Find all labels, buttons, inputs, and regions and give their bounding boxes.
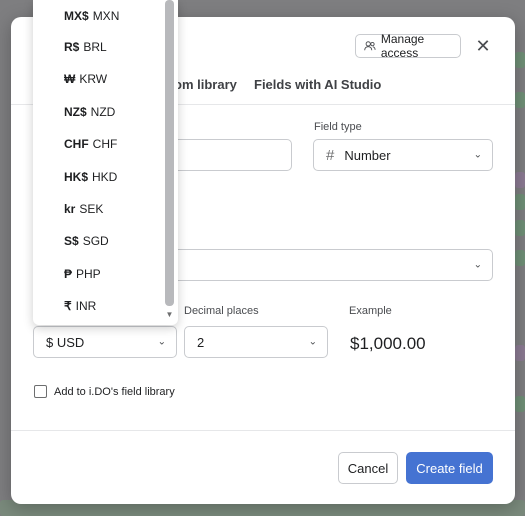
- tab-ai-studio[interactable]: Fields with AI Studio: [254, 77, 381, 92]
- decimal-places-select[interactable]: 2 ⌄: [184, 326, 328, 358]
- manage-access-button[interactable]: Manage access: [355, 32, 461, 60]
- currency-value: $ USD: [46, 334, 85, 350]
- currency-option[interactable]: HK$ HKD: [33, 161, 163, 193]
- currency-code: KRW: [79, 72, 108, 86]
- people-icon: [364, 41, 376, 51]
- currency-symbol: S$: [64, 234, 79, 248]
- currency-option[interactable]: MX$ MXN: [33, 0, 163, 32]
- background-tag: [515, 194, 525, 210]
- dropdown-scrollbar-thumb[interactable]: [165, 0, 174, 306]
- decimal-places-label: Decimal places: [184, 305, 259, 317]
- currency-symbol: ₩: [64, 72, 76, 86]
- decimal-places-value: 2: [197, 334, 205, 350]
- chevron-down-icon: ⌄: [308, 336, 317, 348]
- library-checkbox-label: Add to i.DO's field library: [54, 386, 175, 398]
- currency-code: NZD: [90, 105, 116, 119]
- background-tag: [515, 396, 525, 412]
- field-type-select[interactable]: # Number ⌄: [313, 139, 493, 171]
- create-field-button[interactable]: Create field: [406, 452, 493, 484]
- footer-divider: [11, 430, 515, 431]
- currency-option[interactable]: kr SEK: [33, 193, 163, 225]
- currency-symbol: NZ$: [64, 105, 87, 119]
- currency-code: MXN: [92, 9, 120, 23]
- chevron-down-icon: ⌄: [157, 336, 166, 348]
- background-tag: [515, 172, 525, 188]
- currency-select[interactable]: $ USD ⌄: [33, 326, 177, 358]
- currency-option[interactable]: CHF CHF: [33, 128, 163, 160]
- example-value: $1,000.00: [350, 334, 426, 353]
- currency-code: PHP: [76, 267, 101, 281]
- currency-symbol: CHF: [64, 137, 89, 151]
- background-tag: [515, 52, 525, 68]
- manage-access-label: Manage access: [380, 32, 425, 60]
- currency-symbol: ₱: [64, 267, 73, 281]
- currency-code: BRL: [83, 40, 107, 54]
- scroll-down-arrow-icon[interactable]: ▼: [165, 310, 174, 319]
- currency-option[interactable]: S$ SGD: [33, 225, 163, 257]
- tab-from-library[interactable]: om library: [174, 77, 237, 92]
- background-tag: [515, 92, 525, 108]
- currency-symbol: MX$: [64, 9, 89, 23]
- currency-code: SGD: [82, 234, 109, 248]
- chevron-down-icon: ⌄: [473, 259, 482, 271]
- currency-symbol: ₹: [64, 299, 72, 313]
- currency-code: INR: [75, 299, 97, 313]
- cancel-button[interactable]: Cancel: [338, 452, 398, 484]
- currency-symbol: HK$: [64, 170, 89, 184]
- hash-icon: #: [326, 146, 335, 164]
- library-checkbox[interactable]: [34, 385, 47, 398]
- field-type-label: Field type: [314, 121, 362, 133]
- currency-option[interactable]: NZ$ NZD: [33, 96, 163, 128]
- currency-code: CHF: [92, 137, 118, 151]
- example-label: Example: [349, 305, 392, 317]
- background-tag: [515, 220, 525, 236]
- currency-option[interactable]: ₩ KRW: [33, 63, 163, 95]
- currency-code: SEK: [79, 202, 104, 216]
- currency-option[interactable]: ₹ INR: [33, 290, 163, 322]
- chevron-down-icon: ⌄: [473, 149, 482, 161]
- currency-symbol: R$: [64, 40, 80, 54]
- currency-dropdown: MX$ MXN R$ BRL ₩ KRW NZ$ NZD CHF CHF HK$…: [33, 0, 178, 325]
- currency-option[interactable]: R$ BRL: [33, 31, 163, 63]
- close-icon[interactable]: ✕: [473, 36, 493, 56]
- currency-symbol: kr: [64, 202, 76, 216]
- background-tag: [515, 250, 525, 266]
- field-type-value: Number: [344, 147, 391, 163]
- background-tag: [515, 345, 525, 361]
- currency-code: HKD: [92, 170, 118, 184]
- currency-option[interactable]: ₱ PHP: [33, 258, 163, 290]
